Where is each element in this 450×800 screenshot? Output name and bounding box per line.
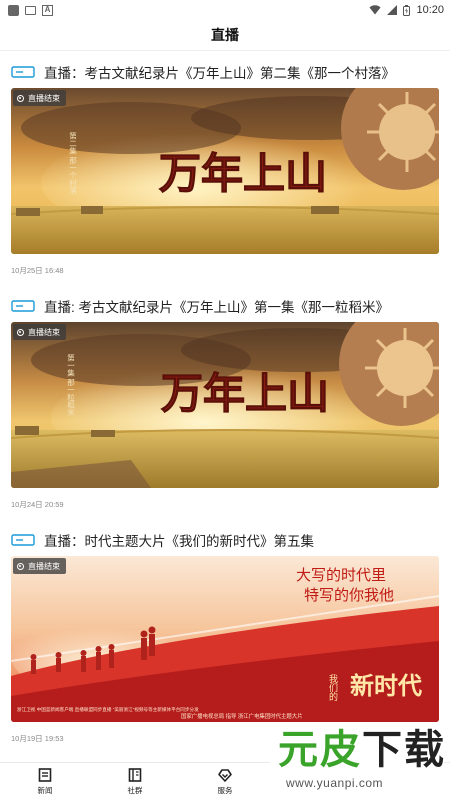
status-right: 10:20 (369, 4, 444, 16)
thumbnail-slogan-line1: 大写的时代里 (296, 566, 386, 584)
thumbnail-title-text: 万年上山 (159, 149, 327, 198)
watermark-url: www.yuanpi.com (286, 776, 384, 790)
card-date: 10月24日 20:59 (11, 500, 64, 509)
battery-icon (403, 4, 411, 16)
thumbnail-image: 万年上山 第二集 那一个村落 (11, 88, 439, 254)
card-title-row: 直播：时代主题大片《我们的新时代》第五集 (11, 529, 439, 551)
card-date: 10月25日 16:48 (11, 266, 64, 275)
thumbnail-side-text: 第一集 那一粒稻米 (66, 353, 75, 418)
wifi-icon (369, 5, 381, 15)
thumbnail-footer-right: 国家广播电视总局 指导 浙江广电集团时代主题大片 (181, 712, 303, 720)
card-title-row: 直播：考古文献纪录片《万年上山》第二集《那一个村落》 (11, 61, 439, 83)
video-thumbnail[interactable]: 万年上山 第一集 那一粒稻米 直播结束 (11, 322, 439, 488)
live-tv-icon (11, 300, 35, 312)
thumbnail-image: 万年上山 第一集 那一粒稻米 (11, 322, 439, 488)
video-thumbnail[interactable]: 万年上山 第二集 那一个村落 直播结束 (11, 88, 439, 254)
live-feed[interactable]: 直播：考古文献纪录片《万年上山》第二集《那一个村落》 万年上山 第二集 那一个村… (0, 51, 450, 762)
status-time: 10:20 (416, 4, 444, 16)
nav-label-service: 服务 (217, 786, 233, 795)
video-thumbnail[interactable]: 大写的时代里 特写的你我他 我们的 新时代 浙江卫视 中国蓝新闻客户端 直播联盟… (11, 556, 439, 722)
live-tv-icon (11, 534, 35, 546)
live-tv-icon (11, 66, 35, 78)
badge-label: 直播结束 (28, 561, 60, 571)
live-ended-badge: 直播结束 (13, 90, 66, 106)
watermark-logo-text: 元皮下载 (278, 726, 446, 774)
thumbnail-logo-big: 新时代 (350, 671, 422, 700)
nav-item-news[interactable]: 新闻 (0, 763, 90, 800)
card-title[interactable]: 直播：时代主题大片《我们的新时代》第五集 (44, 530, 314, 550)
a-icon: A (42, 4, 53, 16)
live-card[interactable]: 直播：考古文献纪录片《万年上山》第二集《那一个村落》 万年上山 第二集 那一个村… (0, 51, 450, 285)
thumbnail-title-text: 万年上山 (161, 369, 329, 418)
thumbnail-side-text: 第二集 那一个村落 (68, 131, 77, 195)
record-icon (17, 562, 24, 570)
page-title: 直播 (211, 27, 239, 43)
service-icon (218, 769, 232, 782)
watermark-text-green: 元皮 (278, 726, 362, 773)
badge-label: 直播结束 (28, 93, 60, 103)
status-bar: A 10:20 (0, 0, 450, 20)
badge-label: 直播结束 (28, 327, 60, 337)
live-card[interactable]: 直播: 考古文献纪录片《万年上山》第一集《那一粒稻米》 万年上山 第一集 那一粒… (0, 285, 450, 519)
card-title[interactable]: 直播: 考古文献纪录片《万年上山》第一集《那一粒稻米》 (44, 296, 389, 316)
nav-item-community[interactable]: 社群 (90, 763, 180, 800)
nav-label-news: 新闻 (37, 786, 53, 795)
record-icon (17, 328, 24, 336)
status-left: A (8, 4, 53, 16)
live-ended-badge: 直播结束 (13, 324, 66, 340)
notification-icon (8, 4, 19, 16)
card-title[interactable]: 直播：考古文献纪录片《万年上山》第二集《那一个村落》 (44, 62, 395, 82)
watermark-text-dark: 下载 (362, 726, 446, 773)
news-icon (38, 768, 52, 782)
gallery-icon (25, 5, 36, 15)
record-icon (17, 94, 24, 102)
thumbnail-slogan-line2: 特写的你我他 (304, 586, 394, 604)
thumbnail-logo-small: 我们的 (328, 674, 338, 702)
signal-icon (387, 5, 398, 15)
live-card[interactable]: 直播：时代主题大片《我们的新时代》第五集 大写的时代里 特写的你我他 我们的 新… (0, 519, 450, 753)
nav-item-service[interactable]: 服务 (180, 763, 270, 800)
thumbnail-image: 大写的时代里 特写的你我他 我们的 新时代 浙江卫视 中国蓝新闻客户端 直播联盟… (11, 556, 439, 722)
community-icon (128, 768, 142, 782)
thumbnail-footer-left: 浙江卫视 中国蓝新闻客户端 直播联盟同步直播 "美丽浙江"视频号等主新媒体平台同… (17, 706, 199, 713)
card-title-row: 直播: 考古文献纪录片《万年上山》第一集《那一粒稻米》 (11, 295, 439, 317)
watermark: 元皮下载 www.yuanpi.com (270, 724, 444, 798)
live-ended-badge: 直播结束 (13, 558, 66, 574)
nav-label-community: 社群 (127, 786, 143, 795)
